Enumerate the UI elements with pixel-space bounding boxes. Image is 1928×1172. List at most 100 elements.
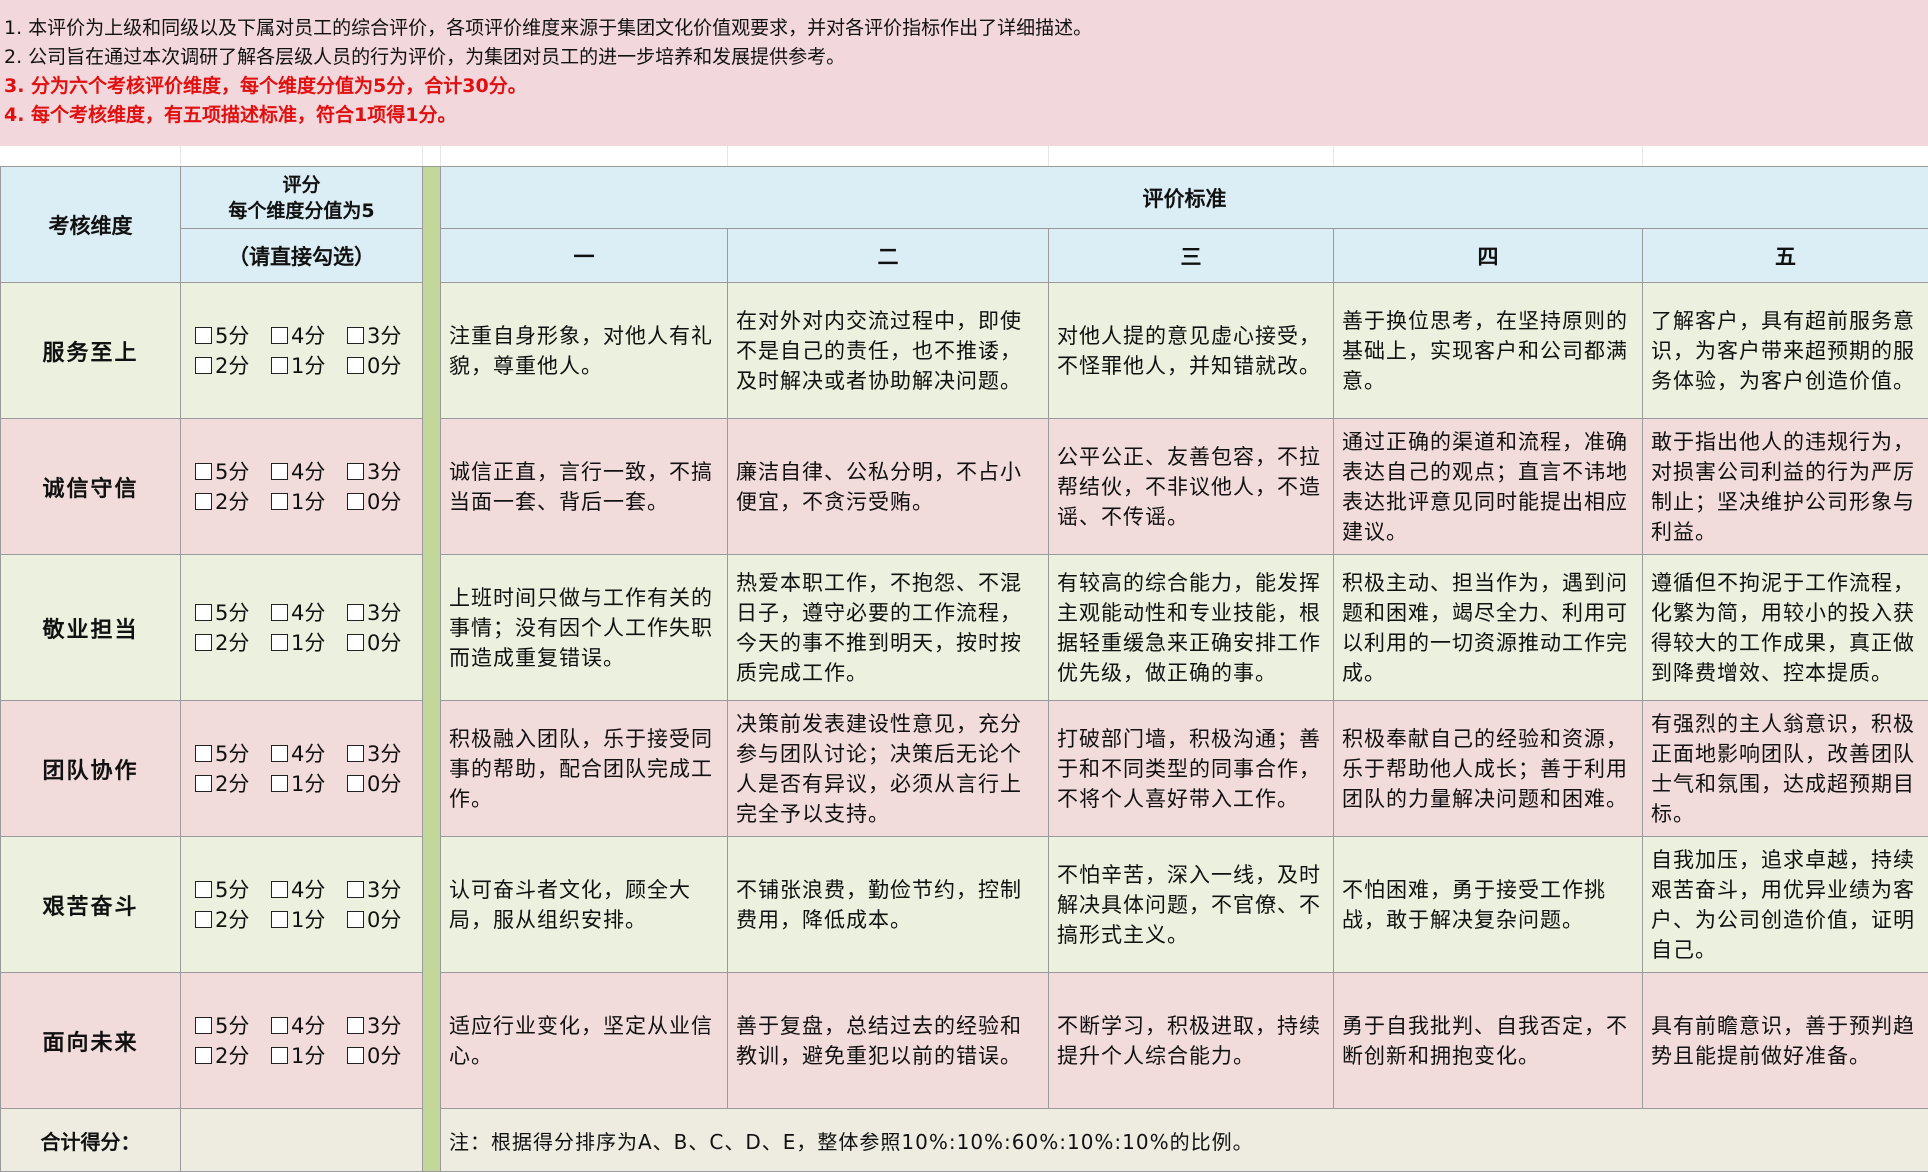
- dimension-name: 服务至上: [1, 283, 181, 419]
- checkbox-icon[interactable]: [347, 881, 364, 898]
- score-checkboxes: 5分 4分 3分 2分1分0分: [181, 283, 423, 419]
- score-option-label: 4分: [291, 1014, 325, 1038]
- checkbox-icon[interactable]: [195, 493, 212, 510]
- checkbox-icon[interactable]: [271, 881, 288, 898]
- criteria-cell: 积极主动、担当作为，遇到问题和困难，竭尽全力、利用可以利用的一切资源推动工作完成…: [1334, 555, 1643, 701]
- checkbox-icon[interactable]: [195, 604, 212, 621]
- checkbox-icon[interactable]: [271, 745, 288, 762]
- checkbox-icon[interactable]: [271, 911, 288, 928]
- criteria-cell: 善于换位思考，在坚持原则的基础上，实现客户和公司都满意。: [1334, 283, 1643, 419]
- score-option[interactable]: 0分: [347, 905, 423, 935]
- score-option[interactable]: 5分: [195, 875, 271, 905]
- checkbox-icon[interactable]: [195, 745, 212, 762]
- score-option-label: 4分: [291, 878, 325, 902]
- checkbox-icon[interactable]: [271, 327, 288, 344]
- checkbox-icon[interactable]: [195, 463, 212, 480]
- checkbox-icon[interactable]: [271, 493, 288, 510]
- dimension-row: 服务至上5分4分3分2分1分0分注重自身形象，对他人有礼貌，尊重他人。在对外对内…: [1, 283, 1928, 419]
- score-option[interactable]: 0分: [347, 628, 423, 658]
- instructions-panel: 1. 本评价为上级和同级以及下属对员工的综合评价，各项评价维度来源于集团文化价值…: [0, 0, 1928, 146]
- score-option[interactable]: 3分: [347, 875, 423, 905]
- score-option-label: 3分: [367, 324, 401, 348]
- checkbox-icon[interactable]: [347, 604, 364, 621]
- score-option-label: 1分: [291, 908, 325, 932]
- score-option[interactable]: 2分: [195, 905, 271, 935]
- criteria-cell: 自我加压，追求卓越，持续艰苦奋斗，用优异业绩为客户、为公司创造价值，证明自己。: [1643, 837, 1928, 973]
- score-option[interactable]: 2分: [195, 769, 271, 799]
- checkbox-icon[interactable]: [347, 911, 364, 928]
- checkbox-icon[interactable]: [195, 357, 212, 374]
- score-option[interactable]: 3分: [347, 457, 423, 487]
- checkbox-icon[interactable]: [347, 1017, 364, 1034]
- checkbox-icon[interactable]: [271, 463, 288, 480]
- score-option-label: 5分: [215, 878, 249, 902]
- score-option[interactable]: 3分: [347, 321, 423, 351]
- score-option[interactable]: 2分: [195, 1041, 271, 1071]
- score-option[interactable]: 0分: [347, 351, 423, 381]
- checkbox-icon[interactable]: [195, 327, 212, 344]
- checkbox-icon[interactable]: [347, 357, 364, 374]
- checkbox-icon[interactable]: [271, 775, 288, 792]
- score-checkboxes: 5分4分3分 2分1分0分: [181, 555, 423, 701]
- score-option-label: 5分: [215, 324, 249, 348]
- score-option[interactable]: 5分: [195, 739, 271, 769]
- score-option[interactable]: 1分: [271, 1041, 347, 1071]
- score-option[interactable]: 0分: [347, 1041, 423, 1071]
- checkbox-icon[interactable]: [271, 634, 288, 651]
- separator-bar: [423, 167, 441, 1172]
- score-option[interactable]: 1分: [271, 769, 347, 799]
- checkbox-icon[interactable]: [195, 634, 212, 651]
- total-score-field[interactable]: [181, 1109, 423, 1172]
- score-option[interactable]: 4分: [271, 875, 347, 905]
- score-option[interactable]: 4分: [271, 739, 347, 769]
- score-option[interactable]: 5分: [195, 598, 271, 628]
- checkbox-icon[interactable]: [347, 1047, 364, 1064]
- score-option-label: 3分: [367, 878, 401, 902]
- score-option[interactable]: 0分: [347, 769, 423, 799]
- checkbox-icon[interactable]: [195, 881, 212, 898]
- checkbox-icon[interactable]: [347, 463, 364, 480]
- checkbox-icon[interactable]: [271, 357, 288, 374]
- score-option[interactable]: 5分: [195, 457, 271, 487]
- score-option-label: 3分: [367, 460, 401, 484]
- score-option[interactable]: 4分: [271, 1011, 347, 1041]
- score-option[interactable]: 4分: [271, 457, 347, 487]
- checkbox-icon[interactable]: [195, 1017, 212, 1034]
- score-option[interactable]: 4分: [271, 321, 347, 351]
- score-option[interactable]: 2分: [195, 628, 271, 658]
- score-option[interactable]: 1分: [271, 351, 347, 381]
- score-option[interactable]: 2分: [195, 487, 271, 517]
- criteria-cell: 积极融入团队，乐于接受同事的帮助，配合团队完成工作。: [441, 701, 728, 837]
- header-score-title: 评分: [181, 172, 422, 198]
- checkbox-icon[interactable]: [347, 775, 364, 792]
- dimension-row: 艰苦奋斗5分4分3分2分1分0分认可奋斗者文化，顾全大局，服从组织安排。不铺张浪…: [1, 837, 1928, 973]
- checkbox-icon[interactable]: [347, 327, 364, 344]
- checkbox-icon[interactable]: [195, 1047, 212, 1064]
- score-option[interactable]: 5分: [195, 1011, 271, 1041]
- score-option[interactable]: 5分: [195, 321, 271, 351]
- score-option-label: 3分: [367, 742, 401, 766]
- score-option[interactable]: 1分: [271, 628, 347, 658]
- checkbox-icon[interactable]: [271, 1017, 288, 1034]
- criteria-cell: 勇于自我批判、自我否定，不断创新和拥抱变化。: [1334, 973, 1643, 1109]
- criteria-cell: 了解客户，具有超前服务意识，为客户带来超预期的服务体验，为客户创造价值。: [1643, 283, 1928, 419]
- score-option[interactable]: 0分: [347, 487, 423, 517]
- checkbox-icon[interactable]: [195, 911, 212, 928]
- score-option[interactable]: 1分: [271, 487, 347, 517]
- score-option[interactable]: 1分: [271, 905, 347, 935]
- checkbox-icon[interactable]: [347, 745, 364, 762]
- score-option[interactable]: 3分: [347, 1011, 423, 1041]
- dimension-name: 艰苦奋斗: [1, 837, 181, 973]
- score-option[interactable]: 2分: [195, 351, 271, 381]
- checkbox-icon[interactable]: [347, 634, 364, 651]
- score-option[interactable]: 4分: [271, 598, 347, 628]
- checkbox-icon[interactable]: [271, 1047, 288, 1064]
- criteria-cell: 认可奋斗者文化，顾全大局，服从组织安排。: [441, 837, 728, 973]
- checkbox-icon[interactable]: [271, 604, 288, 621]
- score-option[interactable]: 3分: [347, 739, 423, 769]
- checkbox-icon[interactable]: [195, 775, 212, 792]
- score-option-label: 5分: [215, 742, 249, 766]
- score-option[interactable]: 3分: [347, 598, 423, 628]
- dimension-row: 敬业担当5分4分3分2分1分0分上班时间只做与工作有关的事情；没有因个人工作失职…: [1, 555, 1928, 701]
- checkbox-icon[interactable]: [347, 493, 364, 510]
